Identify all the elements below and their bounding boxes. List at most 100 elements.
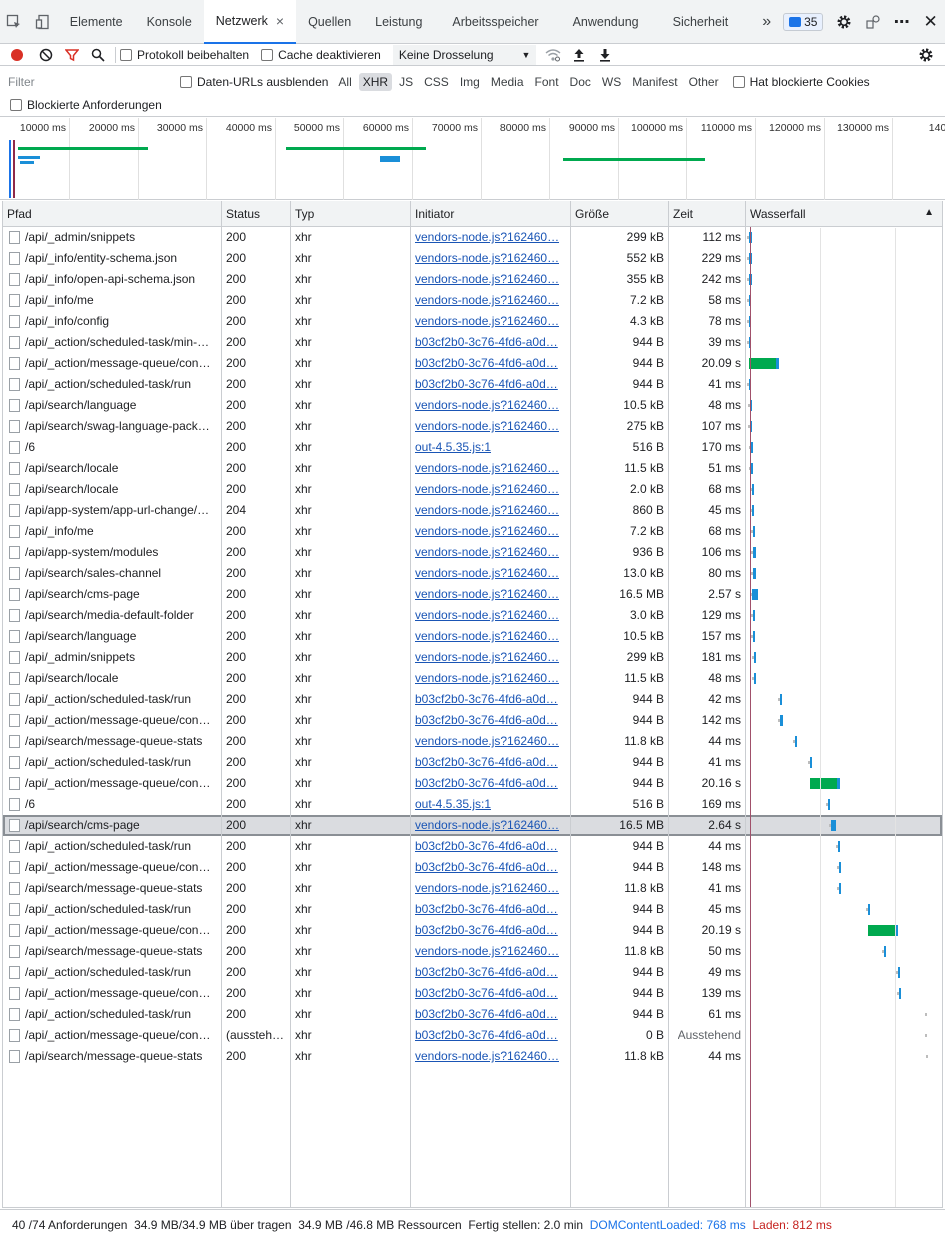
- waterfall-bar[interactable]: [749, 316, 751, 327]
- cell-initiator[interactable]: vendors-node.js?162460…: [411, 248, 571, 268]
- waterfall-bar[interactable]: [795, 736, 797, 747]
- column-header-status[interactable]: Status: [222, 201, 291, 226]
- disable-cache-checkbox[interactable]: Cache deaktivieren: [261, 48, 381, 62]
- remote-devices-icon[interactable]: [858, 0, 887, 44]
- cell-initiator-text[interactable]: vendors-node.js?162460…: [415, 272, 559, 286]
- cell-initiator-text[interactable]: b03cf2b0-3c76-4fd6-a0d…: [415, 776, 558, 790]
- waterfall-bar[interactable]: [749, 295, 751, 306]
- settings-gear-icon[interactable]: [829, 0, 858, 44]
- waterfall-bar[interactable]: [753, 547, 756, 558]
- blocked-requests-checkbox[interactable]: Blockierte Anforderungen: [10, 98, 162, 112]
- table-row[interactable]: /api/_action/message-queue/con… 200 xhr b03…: [3, 983, 942, 1004]
- table-row[interactable]: /api/_info/entity-schema.json 200 xhr vendo…: [3, 248, 942, 269]
- table-row[interactable]: /api/_action/message-queue/con… 200 xhr b03…: [3, 920, 942, 941]
- table-row[interactable]: /api/_admin/snippets 200 xhr vendors-node.j…: [3, 227, 942, 248]
- waterfall-bar[interactable]: [749, 274, 752, 285]
- tab-performance[interactable]: Leistung: [363, 0, 440, 44]
- cell-initiator[interactable]: vendors-node.js?162460…: [411, 290, 571, 310]
- cell-initiator-text[interactable]: vendors-node.js?162460…: [415, 461, 559, 475]
- waterfall-bar[interactable]: [749, 253, 752, 264]
- cell-initiator[interactable]: vendors-node.js?162460…: [411, 479, 571, 499]
- cell-initiator-text[interactable]: vendors-node.js?162460…: [415, 293, 559, 307]
- cell-initiator-text[interactable]: b03cf2b0-3c76-4fd6-a0d…: [415, 860, 558, 874]
- table-row[interactable]: /api/_action/message-queue/con… (ausstehe…: [3, 1025, 942, 1046]
- cell-initiator[interactable]: b03cf2b0-3c76-4fd6-a0d…: [411, 332, 571, 352]
- cell-initiator-text[interactable]: vendors-node.js?162460…: [415, 419, 559, 433]
- clear-icon[interactable]: [33, 44, 59, 66]
- cell-initiator[interactable]: out-4.5.35.js:1: [411, 794, 571, 814]
- cell-initiator[interactable]: b03cf2b0-3c76-4fd6-a0d…: [411, 353, 571, 373]
- table-row[interactable]: /api/_action/message-queue/con… 200 xhr b03…: [3, 353, 942, 374]
- waterfall-bar[interactable]: [750, 421, 752, 432]
- cell-initiator[interactable]: b03cf2b0-3c76-4fd6-a0d…: [411, 983, 571, 1003]
- waterfall-bar[interactable]: [839, 862, 841, 873]
- cell-initiator-text[interactable]: vendors-node.js?162460…: [415, 608, 559, 622]
- column-header-waterfall[interactable]: Wasserfall ▲: [746, 201, 942, 226]
- table-row[interactable]: /api/search/swag-language-pack… 200 xhr ven…: [3, 416, 942, 437]
- cell-initiator-text[interactable]: b03cf2b0-3c76-4fd6-a0d…: [415, 1028, 558, 1042]
- tab-security[interactable]: Sicherheit: [661, 0, 751, 44]
- issues-badge[interactable]: 35: [783, 12, 824, 31]
- cell-initiator-text[interactable]: vendors-node.js?162460…: [415, 398, 559, 412]
- table-row[interactable]: /api/_action/message-queue/con… 200 xhr b03…: [3, 710, 942, 731]
- column-header-size[interactable]: Größe: [571, 201, 669, 226]
- cell-initiator[interactable]: vendors-node.js?162460…: [411, 941, 571, 961]
- checkbox-box[interactable]: [120, 48, 132, 61]
- checkbox-box[interactable]: [10, 99, 22, 111]
- filter-type-font[interactable]: Font: [531, 73, 563, 91]
- waterfall-bar[interactable]: [780, 694, 782, 705]
- waterfall-bar[interactable]: [828, 799, 830, 810]
- waterfall-bar[interactable]: [868, 925, 898, 936]
- cell-initiator[interactable]: vendors-node.js?162460…: [411, 563, 571, 583]
- cell-initiator[interactable]: vendors-node.js?162460…: [411, 311, 571, 331]
- export-har-icon[interactable]: [592, 44, 618, 66]
- cell-initiator[interactable]: vendors-node.js?162460…: [411, 647, 571, 667]
- checkbox-box[interactable]: [261, 48, 274, 61]
- close-devtools-icon[interactable]: ✕: [916, 0, 945, 44]
- table-row[interactable]: /api/search/locale 200 xhr vendors-node.js?…: [3, 458, 942, 479]
- table-row[interactable]: /6 200 xhr out-4.5.35.js:1 516 B 170 ms: [3, 437, 942, 458]
- cell-initiator[interactable]: vendors-node.js?162460…: [411, 584, 571, 604]
- cell-initiator-text[interactable]: out-4.5.35.js:1: [415, 440, 491, 454]
- waterfall-bar[interactable]: [753, 568, 756, 579]
- cell-initiator[interactable]: vendors-node.js?162460…: [411, 458, 571, 478]
- cell-initiator-text[interactable]: b03cf2b0-3c76-4fd6-a0d…: [415, 755, 558, 769]
- cell-initiator[interactable]: out-4.5.35.js:1: [411, 437, 571, 457]
- waterfall-bar[interactable]: [810, 757, 812, 768]
- cell-initiator[interactable]: b03cf2b0-3c76-4fd6-a0d…: [411, 836, 571, 856]
- cell-initiator-text[interactable]: vendors-node.js?162460…: [415, 818, 559, 832]
- cell-initiator-text[interactable]: b03cf2b0-3c76-4fd6-a0d…: [415, 335, 558, 349]
- more-tabs-button[interactable]: »: [750, 0, 783, 44]
- table-row[interactable]: /api/search/cms-page 200 xhr vendors-node.j…: [3, 815, 942, 836]
- cell-initiator-text[interactable]: vendors-node.js?162460…: [415, 251, 559, 265]
- cell-initiator-text[interactable]: vendors-node.js?162460…: [415, 629, 559, 643]
- tab-memory[interactable]: Arbeitsspeicher: [440, 0, 560, 44]
- table-row[interactable]: /api/search/message-queue-stats 200 xhr ven…: [3, 878, 942, 899]
- table-row[interactable]: /api/search/locale 200 xhr vendors-node.js?…: [3, 668, 942, 689]
- table-row[interactable]: /api/_admin/snippets 200 xhr vendors-node.j…: [3, 647, 942, 668]
- device-toolbar-icon[interactable]: [29, 0, 58, 44]
- checkbox-box[interactable]: [732, 76, 745, 88]
- tab-elements[interactable]: Elemente: [58, 0, 135, 44]
- waterfall-bar[interactable]: [749, 358, 779, 369]
- table-row[interactable]: /api/_info/open-api-schema.json 200 xhr ven…: [3, 269, 942, 290]
- preserve-log-checkbox[interactable]: Protokoll beibehalten: [120, 48, 249, 62]
- cell-initiator-text[interactable]: b03cf2b0-3c76-4fd6-a0d…: [415, 377, 558, 391]
- cell-initiator-text[interactable]: vendors-node.js?162460…: [415, 671, 559, 685]
- column-header-type[interactable]: Typ: [291, 201, 411, 226]
- filter-type-all[interactable]: All: [334, 73, 355, 91]
- cell-initiator-text[interactable]: vendors-node.js?162460…: [415, 944, 559, 958]
- cell-initiator-text[interactable]: vendors-node.js?162460…: [415, 881, 559, 895]
- cell-initiator-text[interactable]: vendors-node.js?162460…: [415, 734, 559, 748]
- cell-initiator[interactable]: vendors-node.js?162460…: [411, 878, 571, 898]
- waterfall-bar[interactable]: [752, 589, 758, 600]
- cell-initiator[interactable]: vendors-node.js?162460…: [411, 668, 571, 688]
- table-row[interactable]: /api/_action/scheduled-task/run 200 xhr b03…: [3, 752, 942, 773]
- close-icon[interactable]: ×: [276, 13, 284, 29]
- cell-initiator-text[interactable]: vendors-node.js?162460…: [415, 587, 559, 601]
- network-conditions-icon[interactable]: [540, 44, 566, 66]
- cell-initiator[interactable]: vendors-node.js?162460…: [411, 1046, 571, 1066]
- waterfall-bar[interactable]: [780, 715, 783, 726]
- cell-initiator[interactable]: vendors-node.js?162460…: [411, 395, 571, 415]
- cell-initiator-text[interactable]: b03cf2b0-3c76-4fd6-a0d…: [415, 1007, 558, 1021]
